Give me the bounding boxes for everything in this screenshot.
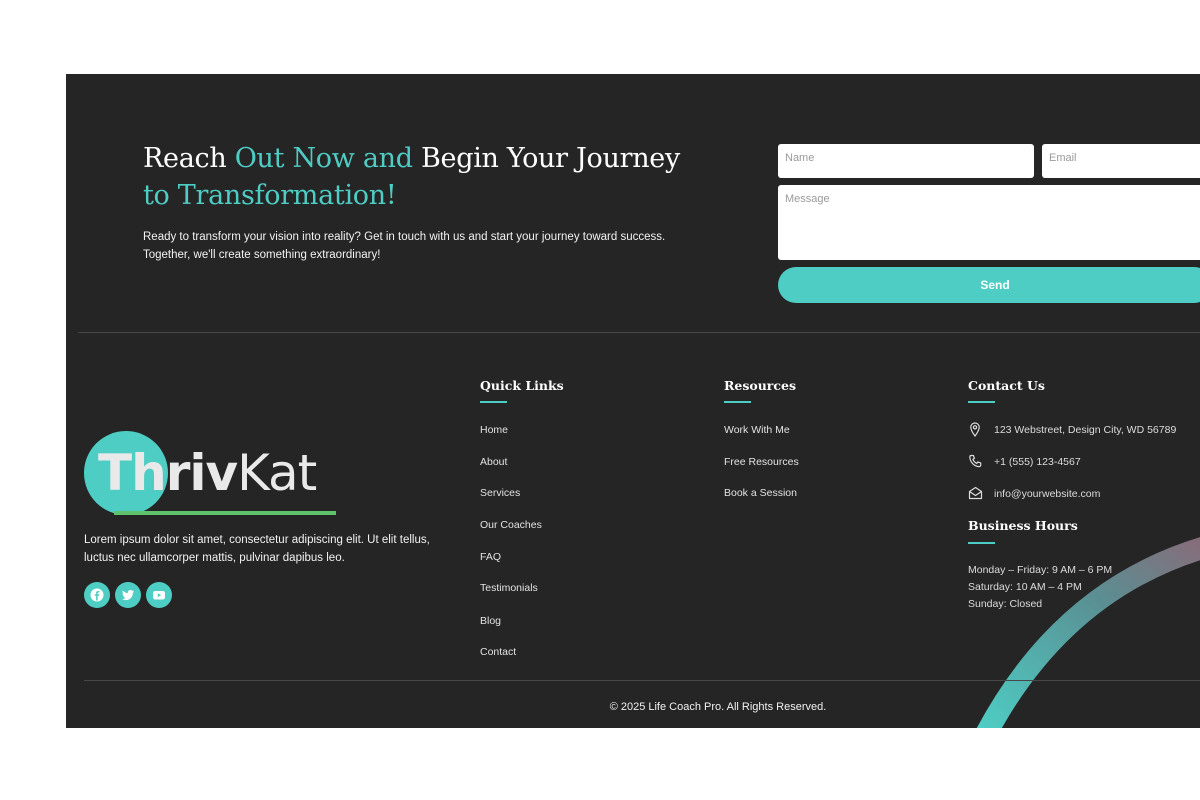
footer-link-free-resources[interactable]: Free Resources [724,456,799,468]
footer-link-our-coaches[interactable]: Our Coaches [480,519,542,531]
message-field[interactable]: Message [778,185,1200,260]
name-field[interactable]: Name [778,144,1034,178]
send-button[interactable]: Send [778,267,1200,303]
hours-line: Monday – Friday: 9 AM – 6 PM [968,564,1113,576]
cta-heading-highlight: to Transformation! [143,180,397,211]
cta-description-line: Together, we'll create something extraor… [143,249,381,261]
logo-text-bold: Thriv [98,444,238,502]
brand-logo[interactable]: ThrivKat [84,431,344,521]
quick-links-title: Quick Links [480,378,564,393]
title-underline [724,401,751,403]
footer-link-services[interactable]: Services [480,487,520,499]
business-hours-title: Business Hours [968,518,1078,533]
footer-link-blog[interactable]: Blog [480,615,501,627]
contact-title: Contact Us [968,378,1045,393]
cta-description-line: Ready to transform your vision into real… [143,231,666,243]
footer-panel: Reach Out Now and Begin Your Journey to T… [66,74,1200,728]
youtube-button[interactable] [146,582,172,608]
brand-description: Lorem ipsum dolor sit amet, consectetur … [84,531,454,567]
phone-icon [969,454,982,468]
footer-link-work-with-me[interactable]: Work With Me [724,424,790,436]
message-placeholder: Message [785,193,830,205]
facebook-icon [90,588,104,602]
twitter-button[interactable] [115,582,141,608]
logo-text: ThrivKat [98,443,317,503]
logo-underline [114,511,336,515]
email-field[interactable]: Email [1042,144,1200,178]
twitter-icon [122,590,134,601]
cta-heading-part: Begin Your Journey [412,143,680,174]
email-placeholder: Email [1049,152,1077,164]
location-pin-icon [970,422,980,438]
youtube-icon [153,591,165,600]
cta-heading-part: Reach [143,143,235,174]
phone-text: +1 (555) 123-4567 [994,456,1081,468]
facebook-button[interactable] [84,582,110,608]
email-text: info@yourwebsite.com [994,488,1101,500]
resources-title: Resources [724,378,796,393]
cta-heading-highlight: Out Now and [234,143,413,174]
name-placeholder: Name [785,152,815,164]
title-underline [968,401,995,403]
divider [84,680,1200,681]
brand-description-line: Lorem ipsum dolor sit amet, consectetur … [84,534,430,546]
brand-description-line: luctus nec ullamcorper mattis, pulvinar … [84,552,345,564]
cta-heading: Reach Out Now and Begin Your Journey to T… [143,140,723,214]
divider [78,332,1200,333]
address-text: 123 Webstreet, Design City, WD 56789 [994,424,1177,436]
logo-text-light: Kat [237,444,317,502]
footer-link-testimonials[interactable]: Testimonials [480,582,538,594]
envelope-icon [968,486,983,500]
title-underline [968,542,995,544]
cta-description: Ready to transform your vision into real… [143,228,703,264]
footer-link-about[interactable]: About [480,456,507,468]
hours-line: Sunday: Closed [968,598,1043,610]
hours-line: Saturday: 10 AM – 4 PM [968,581,1082,593]
footer-link-home[interactable]: Home [480,424,508,436]
footer-link-book-a-session[interactable]: Book a Session [724,487,797,499]
footer-link-faq[interactable]: FAQ [480,551,501,563]
title-underline [480,401,507,403]
copyright-text: © 2025 Life Coach Pro. All Rights Reserv… [609,701,827,713]
footer-link-contact[interactable]: Contact [480,646,516,658]
